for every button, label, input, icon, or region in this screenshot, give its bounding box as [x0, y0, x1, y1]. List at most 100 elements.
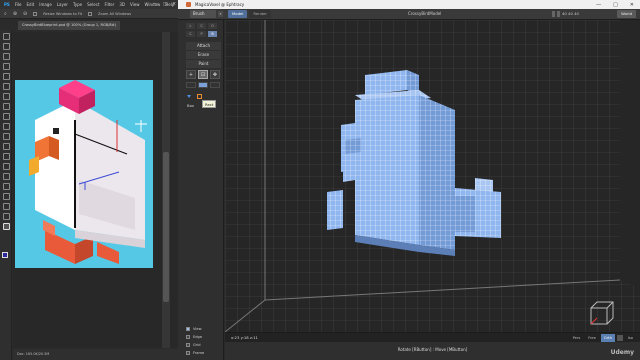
dodge-tool-icon[interactable]: [3, 163, 10, 170]
lasso-tool-icon[interactable]: [3, 53, 10, 60]
zoom-all-checkbox[interactable]: [88, 11, 93, 16]
zoom-tool-icon[interactable]: ⌕: [4, 11, 7, 17]
zoom-in-icon[interactable]: ⊕: [13, 11, 17, 17]
mv-toolbar: Brush ▾ Model Render CrossyBirdModel 40 …: [178, 9, 640, 20]
eraser-tool-icon[interactable]: [3, 133, 10, 140]
camera-swap-icon[interactable]: [616, 335, 623, 341]
mv-maximize-button[interactable]: □: [613, 2, 618, 8]
photoshop-window: PS File Edit Image Layer Type Select Fil…: [0, 0, 178, 360]
shape-tool-icon[interactable]: [3, 203, 10, 210]
ps-close-button[interactable]: ✕: [172, 2, 176, 7]
resize-windows-checkbox[interactable]: [33, 11, 38, 16]
edge-toggle-icon[interactable]: [186, 335, 190, 339]
foreground-color-swatch[interactable]: [2, 252, 8, 258]
brush-dropdown[interactable]: Brush: [190, 10, 216, 18]
rect-select-icon[interactable]: [197, 94, 202, 99]
box-label: Box: [187, 103, 195, 108]
blueprint-canvas[interactable]: [15, 80, 153, 268]
ps-minimize-button[interactable]: —: [153, 2, 158, 7]
ps-scroll-thumb[interactable]: [163, 152, 169, 302]
attach-mode-button[interactable]: Attach: [186, 42, 221, 50]
stamp-tool-icon[interactable]: [3, 113, 10, 120]
mv-titlebar: MagicaVoxel @ Ephtracy — □ ✕: [178, 0, 640, 9]
zoom-tool-icon[interactable]: [3, 223, 10, 230]
brush-option-icons: [187, 94, 202, 99]
ps-menu-edit[interactable]: Edit: [27, 2, 35, 7]
ruler-icon[interactable]: [552, 11, 555, 17]
tab-render[interactable]: Render: [249, 10, 271, 18]
pen-tool-icon[interactable]: [3, 173, 10, 180]
ps-maximize-button[interactable]: □: [163, 2, 167, 7]
mv-window-title: MagicaVoxel @ Ephtracy: [195, 2, 245, 7]
shape-option-3[interactable]: [210, 82, 220, 88]
view-option-view[interactable]: View: [186, 325, 204, 333]
ps-menu-filter[interactable]: Filter: [104, 2, 114, 7]
view-option-grid[interactable]: Grid: [186, 341, 204, 349]
camera-pers-button[interactable]: Pers: [570, 334, 584, 342]
add-voxel-icon[interactable]: +: [186, 70, 196, 79]
paint-mode-button[interactable]: Paint: [186, 60, 221, 68]
brush-b-button[interactable]: B: [208, 31, 217, 37]
resize-windows-label: Resize Windows to Fit: [43, 11, 83, 16]
view-option-frame[interactable]: Frame: [186, 349, 204, 357]
camera-iso-button[interactable]: Iso: [625, 334, 636, 342]
model-dimensions[interactable]: 40 40 40: [562, 10, 579, 18]
ps-vertical-scrollbar[interactable]: [162, 32, 170, 348]
shape-option-2[interactable]: [198, 82, 208, 88]
type-tool-icon[interactable]: [3, 183, 10, 190]
mv-editor-tabs: Model Render: [228, 10, 271, 18]
brush-dropdown-arrow-icon[interactable]: ▾: [218, 11, 223, 17]
erase-mode-button[interactable]: Erase: [186, 51, 221, 59]
brush-c2-button[interactable]: C: [186, 31, 195, 37]
view-option-edge[interactable]: Edge: [186, 333, 204, 341]
box-select-icon[interactable]: ⊡: [198, 70, 208, 79]
hand-tool-icon[interactable]: [3, 213, 10, 220]
eyedropper-tool-icon[interactable]: [3, 83, 10, 90]
history-brush-tool-icon[interactable]: [3, 123, 10, 130]
tab-model[interactable]: Model: [228, 10, 248, 18]
ps-logo[interactable]: PS: [4, 2, 10, 7]
gradient-tool-icon[interactable]: [3, 143, 10, 150]
marquee-tool-icon[interactable]: [3, 43, 10, 50]
world-button[interactable]: World: [617, 10, 636, 18]
zoom-out-icon[interactable]: ⊖: [23, 11, 27, 17]
camera-free-button[interactable]: Free: [585, 334, 599, 342]
resize-icon[interactable]: [557, 11, 560, 17]
brush-tool-icon[interactable]: [3, 103, 10, 110]
move-tool-icon[interactable]: [3, 33, 10, 40]
crop-tool-icon[interactable]: [3, 73, 10, 80]
mirror-icon[interactable]: [187, 95, 191, 98]
ps-menu-layer[interactable]: Layer: [57, 2, 68, 7]
path-select-tool-icon[interactable]: [3, 193, 10, 200]
view-options: View Edge Grid Frame: [186, 325, 204, 357]
view-toggle-icon[interactable]: [186, 327, 190, 331]
3d-viewport[interactable]: [225, 20, 640, 332]
rect-tooltip: Rect: [202, 100, 217, 108]
brush-type-row: L C O: [186, 23, 217, 29]
shape-option-1[interactable]: [186, 82, 196, 88]
frame-toggle-icon[interactable]: [186, 351, 190, 355]
ps-document-tab[interactable]: CrossyBirdBlueprint.psd @ 100% (Group 1,…: [18, 21, 121, 30]
grid-label: Grid: [193, 343, 201, 347]
mv-close-button[interactable]: ✕: [630, 2, 634, 8]
quick-select-tool-icon[interactable]: [3, 63, 10, 70]
ps-menu-image[interactable]: Image: [39, 2, 52, 7]
ps-menu-select[interactable]: Select: [87, 2, 99, 7]
brush-c-button[interactable]: C: [197, 23, 206, 29]
ps-menu-file[interactable]: File: [15, 2, 22, 7]
ps-toolbar: [0, 30, 12, 360]
ps-menu-type[interactable]: Type: [73, 2, 82, 7]
camera-orth-button[interactable]: Orth: [600, 334, 615, 342]
grid-toggle-icon[interactable]: [186, 343, 190, 347]
left-wall-grid: [225, 20, 265, 332]
ps-menu-view[interactable]: View: [130, 2, 140, 7]
healing-tool-icon[interactable]: [3, 93, 10, 100]
udemy-watermark: Udemy: [610, 349, 634, 356]
brush-p-button[interactable]: P: [197, 31, 206, 37]
blur-tool-icon[interactable]: [3, 153, 10, 160]
ps-menu-3d[interactable]: 3D: [119, 2, 125, 7]
brush-o-button[interactable]: O: [208, 23, 217, 29]
move-icon[interactable]: ✥: [210, 70, 220, 79]
brush-l-button[interactable]: L: [186, 23, 195, 29]
mv-minimize-button[interactable]: —: [596, 2, 601, 8]
